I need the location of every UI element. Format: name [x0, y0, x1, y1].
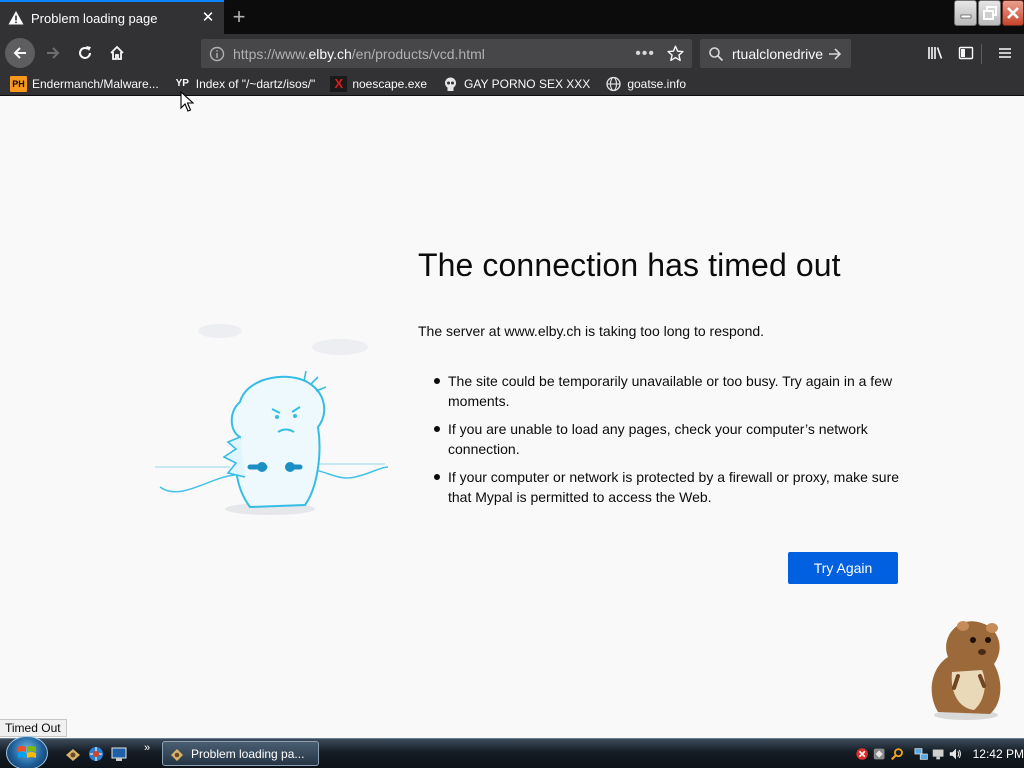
info-icon[interactable]: [209, 46, 225, 62]
back-button[interactable]: [5, 38, 35, 68]
suggestion-item: The site could be temporarily unavailabl…: [434, 371, 908, 411]
search-bar[interactable]: rtualclonedrive: [700, 39, 851, 68]
library-icon: [927, 47, 942, 59]
navigation-toolbar: https://www.elby.ch/en/products/vcd.html…: [0, 34, 1024, 72]
hamburger-menu-icon: [999, 48, 1011, 58]
sidebar-toggle-button[interactable]: [951, 38, 981, 68]
bookmark-noescape[interactable]: X noescape.exe: [330, 75, 428, 92]
quicklaunch-desktop-icon[interactable]: [110, 745, 128, 763]
bookmark-endermanch[interactable]: PH Endermanch/Malware...: [10, 75, 159, 92]
bookmark-index-dartz[interactable]: YP Index of "/~dartz/isos/": [174, 76, 316, 92]
bookmarks-toolbar: PH Endermanch/Malware... YP Index of "/~…: [0, 72, 1024, 96]
mouse-cursor-icon: [180, 91, 194, 112]
bookmark-label: noescape.exe: [352, 76, 428, 91]
globe-icon: [606, 76, 621, 91]
error-container: The connection has timed out The server …: [418, 247, 908, 515]
warning-icon: [8, 11, 24, 25]
home-button[interactable]: [102, 38, 132, 68]
tray-display-icon[interactable]: [931, 746, 945, 762]
tab-title: Problem loading page: [31, 10, 158, 26]
yp-favicon-icon: YP: [175, 78, 189, 89]
system-tray: 12:42 PM: [852, 739, 1024, 768]
menu-button[interactable]: [990, 38, 1020, 68]
url-path: /en/products/vcd.html: [351, 45, 485, 62]
quicklaunch-app-icon[interactable]: [64, 745, 82, 763]
minimize-icon: [960, 14, 971, 19]
tray-volume-icon[interactable]: [948, 746, 962, 762]
skull-icon: [445, 77, 457, 91]
suggestion-item: If you are unable to load any pages, che…: [434, 419, 908, 459]
mypal-app-icon: [171, 748, 183, 761]
toolbar-separator: [981, 44, 982, 64]
url-prefix: https://www.: [233, 45, 309, 62]
bookmark-gay-porno[interactable]: GAY PORNO SEX XXX: [442, 76, 590, 92]
bookmark-label: GAY PORNO SEX XXX: [464, 76, 591, 91]
close-icon: [1007, 7, 1019, 19]
new-tab-button[interactable]: +: [228, 4, 250, 29]
start-button[interactable]: [6, 736, 48, 768]
bookmark-label: goatse.info: [627, 76, 687, 91]
forward-arrow-icon: [47, 47, 60, 59]
taskbar-window-button[interactable]: Problem loading pa...: [162, 741, 319, 766]
tray-app-icon[interactable]: [872, 746, 886, 762]
back-arrow-icon: [13, 47, 26, 59]
clock[interactable]: 12:42 PM: [973, 747, 1024, 761]
error-page: The connection has timed out The server …: [0, 91, 1024, 738]
error-title: The connection has timed out: [418, 247, 841, 283]
home-icon: [110, 45, 124, 60]
suggestion-item: If your computer or network is protected…: [434, 467, 908, 507]
bookmark-label: Index of "/~dartz/isos/": [195, 76, 316, 91]
tray-blocked-icon[interactable]: [855, 746, 869, 762]
library-button[interactable]: [920, 38, 950, 68]
tray-search-icon[interactable]: [890, 746, 904, 762]
minimize-button[interactable]: [954, 0, 977, 26]
ph-favicon-icon: PH: [10, 75, 27, 92]
tab-problem-loading[interactable]: Problem loading page ✕: [0, 0, 224, 34]
url-bar[interactable]: https://www.elby.ch/en/products/vcd.html…: [201, 39, 692, 68]
reload-button[interactable]: [70, 38, 100, 68]
tab-close-icon[interactable]: ✕: [200, 10, 216, 26]
search-query[interactable]: rtualclonedrive: [732, 46, 827, 62]
error-suggestions-list: The site could be temporarily unavailabl…: [418, 371, 908, 507]
windows-logo-icon: [18, 746, 36, 758]
timeout-dinosaur-illustration: [155, 324, 389, 515]
url-host: elby.ch: [308, 45, 352, 62]
page-actions-button[interactable]: •••: [635, 45, 655, 63]
search-go-icon[interactable]: [827, 46, 843, 62]
quicklaunch-chevron[interactable]: »: [144, 742, 150, 754]
taskbar: » Problem loading pa... 12:42 PM: [0, 736, 1024, 768]
x-favicon-icon: X: [330, 75, 348, 92]
sidebar-icon: [958, 46, 974, 60]
forward-button[interactable]: [38, 38, 68, 68]
window-controls: [953, 0, 1024, 28]
tray-network-icon[interactable]: [914, 746, 928, 762]
restore-button[interactable]: [978, 0, 1001, 26]
search-icon: [709, 46, 724, 61]
url-text[interactable]: https://www.elby.ch/en/products/vcd.html: [233, 46, 635, 62]
status-panel: Timed Out: [0, 719, 67, 737]
tab-strip: Problem loading page ✕ +: [0, 0, 1024, 34]
bookmark-label: Endermanch/Malware...: [32, 76, 159, 91]
restore-icon: [982, 6, 997, 20]
bookmark-goatse[interactable]: goatse.info: [605, 76, 686, 92]
bookmark-star-icon[interactable]: [667, 45, 684, 62]
error-description: The server at www.elby.ch is taking too …: [418, 323, 765, 339]
reload-icon: [79, 46, 91, 59]
taskbar-window-title: Problem loading pa...: [191, 746, 305, 761]
quicklaunch-browser-icon[interactable]: [87, 745, 105, 763]
plus-icon: +: [232, 4, 246, 29]
close-button[interactable]: [1002, 0, 1024, 26]
try-again-button[interactable]: Try Again: [788, 552, 898, 584]
hamster-buddy-icon[interactable]: [918, 612, 1008, 722]
